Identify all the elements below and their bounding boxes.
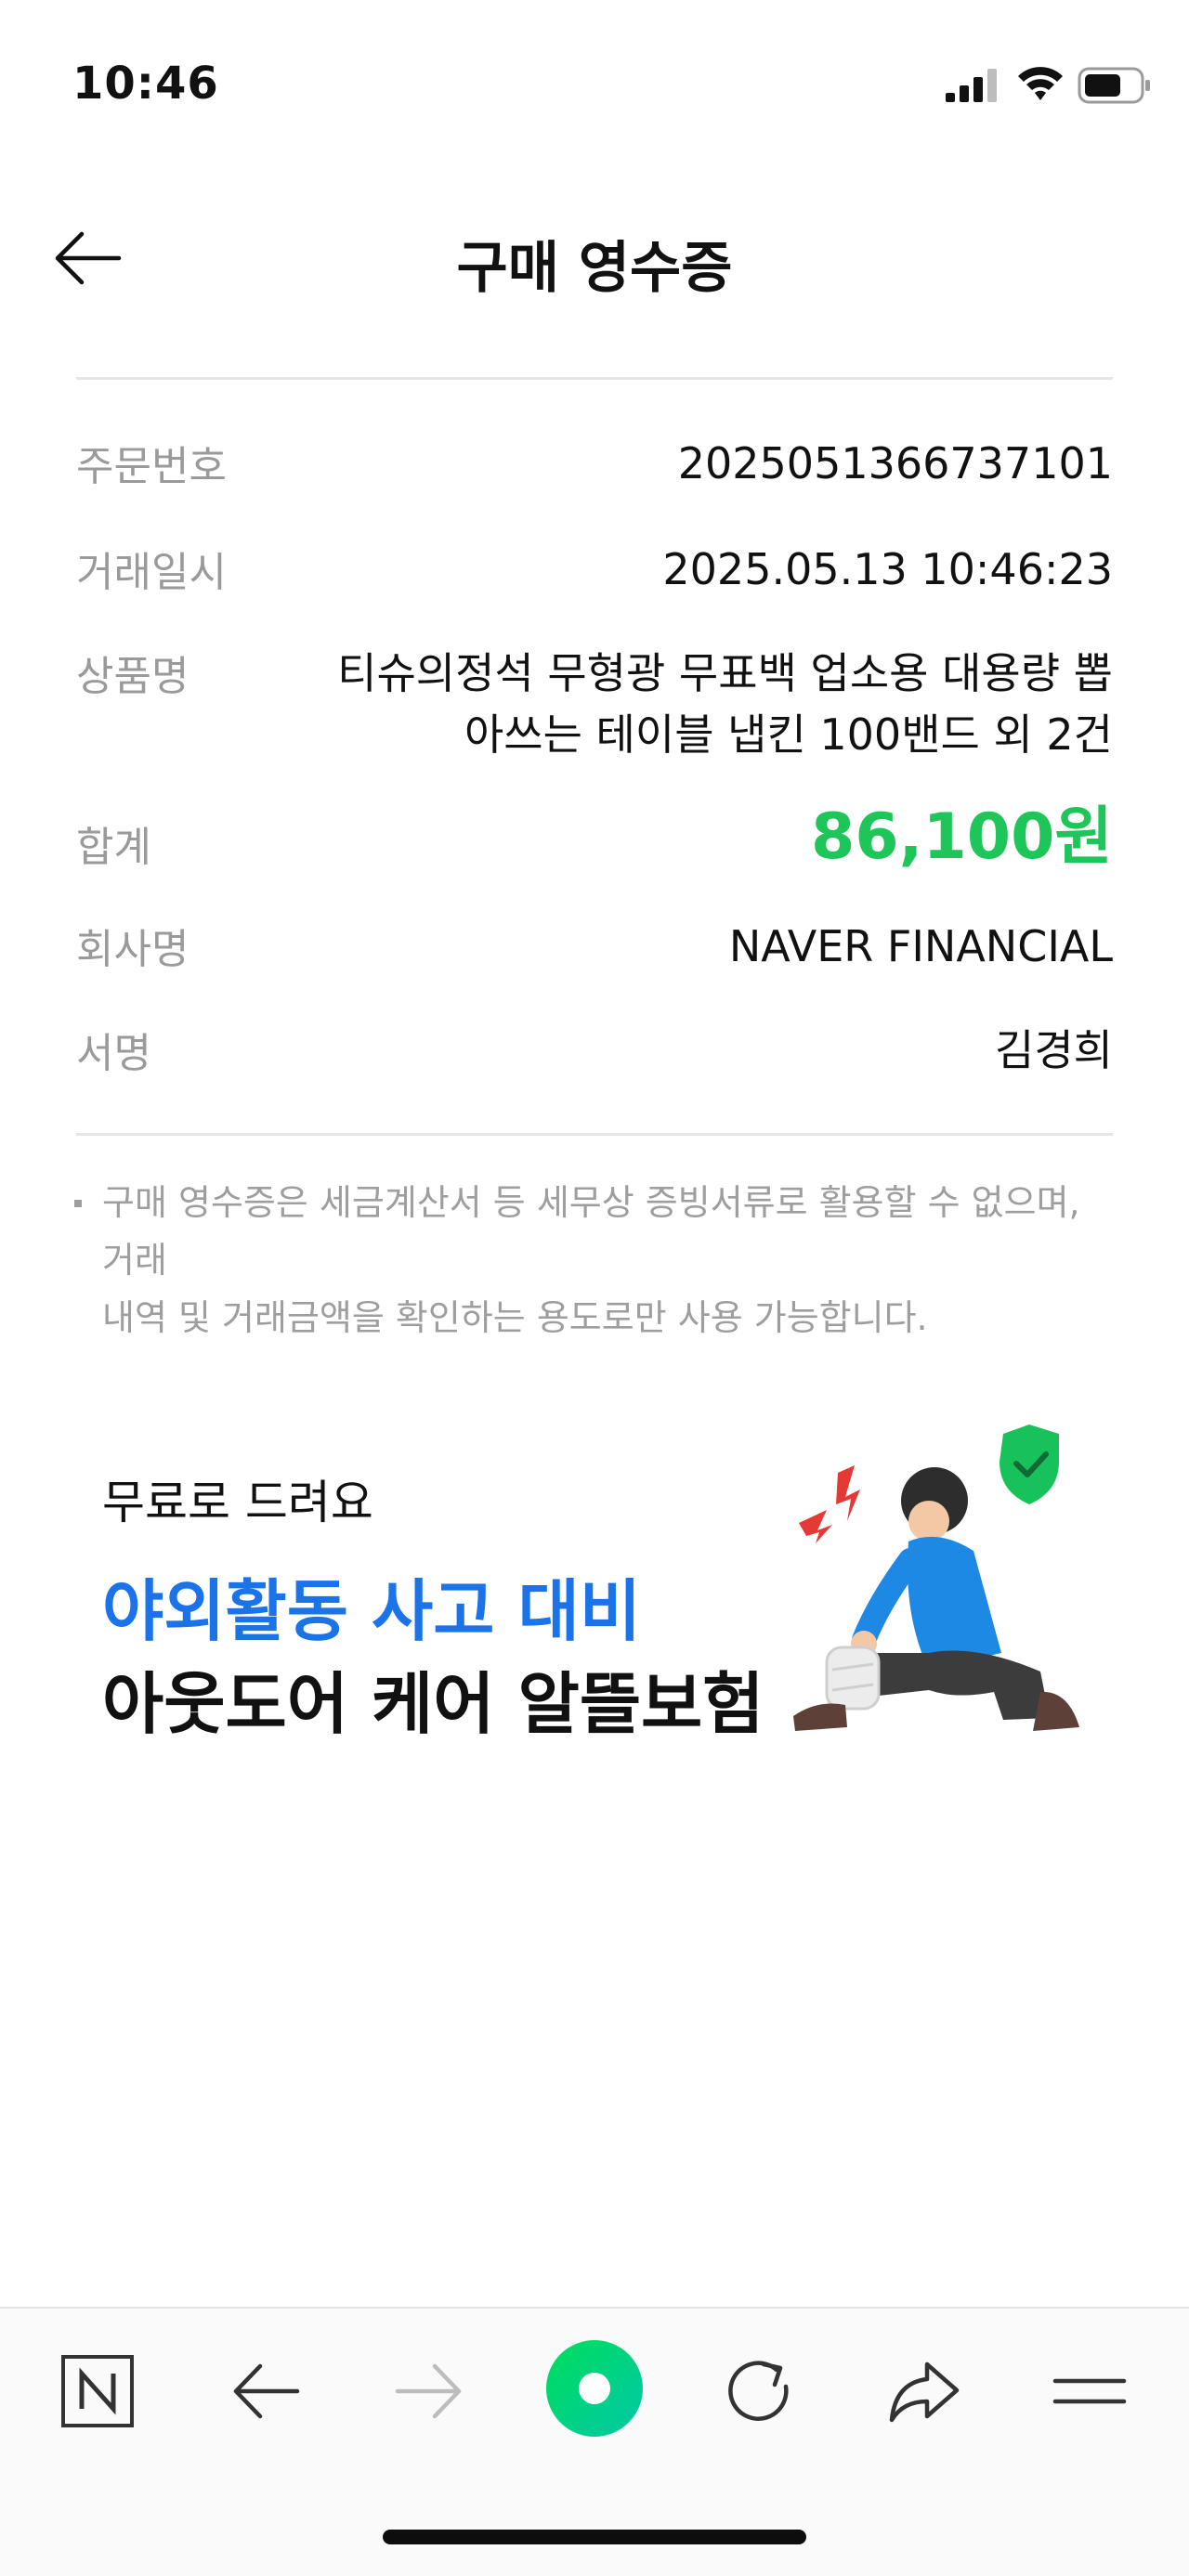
naver-n-icon[interactable] (56, 2349, 139, 2433)
transaction-date-label: 거래일시 (76, 549, 227, 596)
menu-icon[interactable] (1048, 2349, 1131, 2433)
green-dot-button-icon[interactable] (544, 2338, 645, 2439)
receipt-notice: 구매 영수증은 세금계산서 등 세무상 증빙서류로 활용할 수 없으며, 거래 … (102, 1174, 1115, 1347)
injured-hiker-illustration (793, 1425, 1079, 1731)
signature-value: 김경희 (995, 1025, 1113, 1075)
product-name-line-2: 아쓰는 테이블 냅킨 100밴드 외 2건 (464, 709, 1113, 760)
wifi-icon (1018, 67, 1063, 100)
receipt-row-total: 합계 86,100원 (76, 800, 1113, 875)
notice-line-1: 구매 영수증은 세금계산서 등 세무상 증빙서류로 활용할 수 없으며, 거래 (102, 1182, 1080, 1281)
back-arrow-icon[interactable] (223, 2349, 307, 2433)
notice-bullet (74, 1200, 82, 1207)
banner-subtitle: 무료로 드려요 (102, 1476, 373, 1529)
signature-label: 서명 (76, 1030, 151, 1077)
status-bar: 10:46 (0, 0, 1189, 139)
battery-icon (1078, 67, 1150, 104)
cellular-signal-icon (946, 69, 997, 102)
share-icon[interactable] (882, 2349, 966, 2433)
forward-arrow-icon[interactable] (388, 2349, 472, 2433)
receipt-row-product-name: 상품명 티슈의정석 무형광 무표백 업소용 대용량 뽑 아쓰는 테이블 냅킨 1… (76, 643, 1113, 773)
company-label: 회사명 (76, 926, 189, 973)
page-title: 구매 영수증 (456, 236, 733, 301)
product-name-label: 상품명 (76, 653, 189, 700)
notice-line-2: 내역 및 거래금액을 확인하는 용도로만 사용 가능합니다. (102, 1297, 928, 1338)
order-number-value: 2025051366737101 (677, 438, 1113, 488)
company-value: NAVER FINANCIAL (728, 921, 1113, 971)
product-name-line-1: 티슈의정석 무형광 무표백 업소용 대용량 뽑 (337, 648, 1113, 698)
total-amount-value: 86,100원 (811, 800, 1113, 874)
product-name-value: 티슈의정석 무형광 무표백 업소용 대용량 뽑 아쓰는 테이블 냅킨 100밴드… (337, 643, 1113, 765)
divider (76, 377, 1113, 380)
order-number-label: 주문번호 (76, 443, 227, 490)
banner-title-line-1: 야외활동 사고 대비 (102, 1572, 642, 1650)
total-label: 합계 (76, 824, 151, 871)
home-indicator[interactable] (383, 2530, 806, 2544)
divider (76, 1133, 1113, 1136)
refresh-icon[interactable] (717, 2349, 801, 2433)
status-time: 10:46 (72, 58, 219, 110)
transaction-date-value: 2025.05.13 10:46:23 (662, 544, 1113, 594)
banner-title-line-2: 아웃도어 케어 알뜰보험 (102, 1665, 764, 1743)
